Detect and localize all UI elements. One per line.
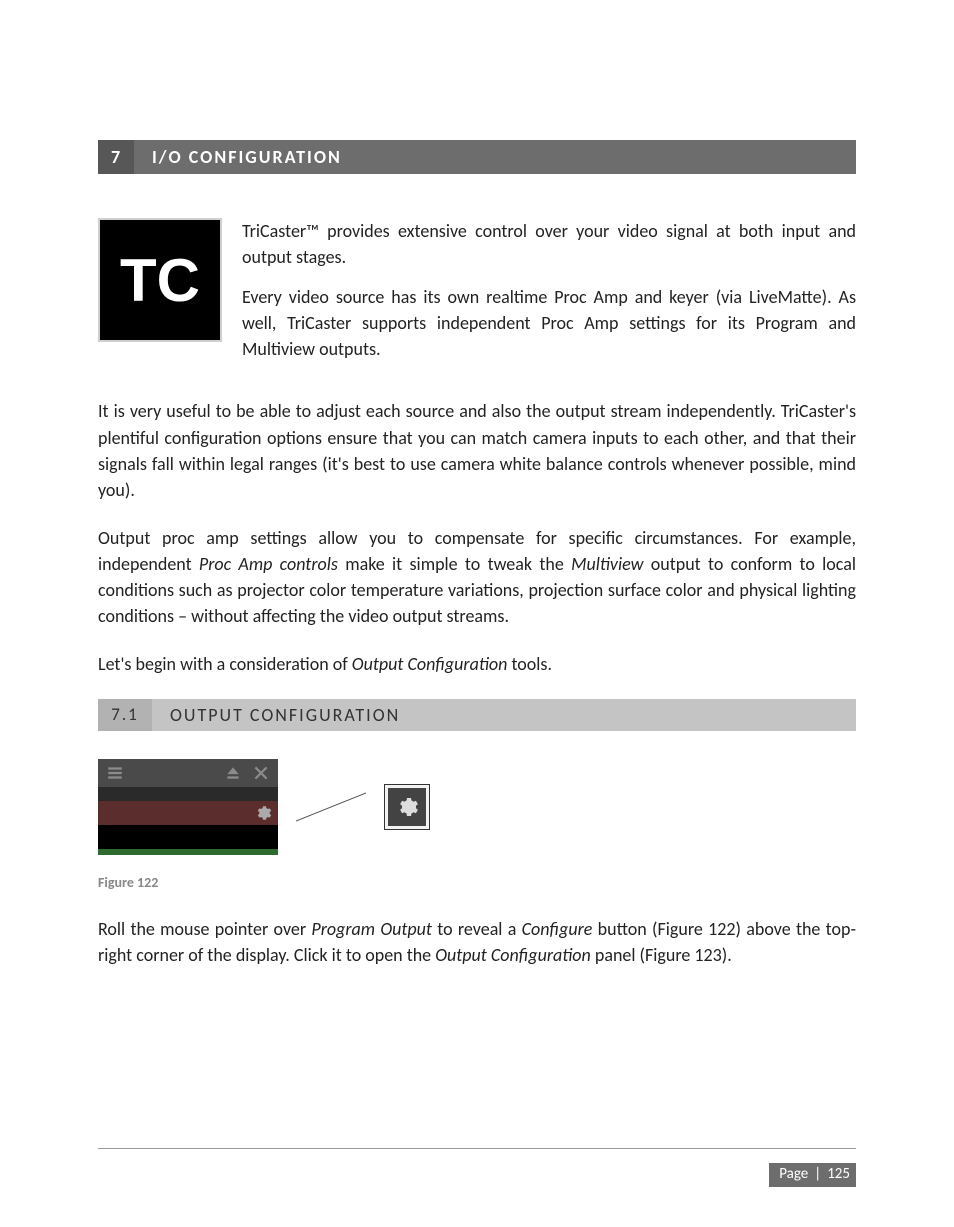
gear-icon <box>395 795 419 819</box>
gear-zoom-inner <box>388 788 426 826</box>
zoom-connector-line <box>296 787 366 827</box>
final-italic-3: Output Configuration <box>435 944 591 966</box>
intro-text: TriCaster™ provides extensive control ov… <box>242 218 856 376</box>
final-italic-1: Program Output <box>311 918 432 940</box>
panel-spacer <box>98 787 278 801</box>
final-italic-2: Configure <box>522 918 593 940</box>
section-title: OUTPUT CONFIGURATION <box>152 699 856 731</box>
final-part-d: panel (Figure 123). <box>595 944 732 966</box>
panel-config-row <box>98 801 278 825</box>
document-page: 7 I/O CONFIGURATION TC TriCaster™ provid… <box>0 0 954 1227</box>
gear-zoom-callout <box>384 784 430 830</box>
section-heading: 7.1 OUTPUT CONFIGURATION <box>98 699 856 731</box>
body-p2-italic-1: Proc Amp controls <box>199 553 338 575</box>
final-part-b: to reveal a <box>437 918 521 940</box>
body-p3-part-a: Let's begin with a consideration of <box>98 653 352 675</box>
page-label: Page <box>779 1164 808 1186</box>
body-paragraph-3: Let's begin with a consideration of Outp… <box>98 651 856 677</box>
panel-body <box>98 825 278 849</box>
footer-rule <box>98 1148 856 1149</box>
page-number: 125 <box>827 1164 850 1186</box>
eject-icon <box>224 764 242 782</box>
close-icon <box>252 764 270 782</box>
intro-paragraph-1: TriCaster™ provides extensive control ov… <box>242 218 856 270</box>
panel-bottom-edge <box>98 849 278 855</box>
list-icon <box>106 764 124 782</box>
body-p3-italic: Output Configuration <box>352 653 508 675</box>
final-part-a: Roll the mouse pointer over <box>98 918 311 940</box>
tc-logo-badge: TC <box>98 218 222 342</box>
intro-paragraph-2: Every video source has its own realtime … <box>242 284 856 362</box>
final-paragraph: Roll the mouse pointer over Program Outp… <box>98 916 856 968</box>
body-paragraph-2: Output proc amp settings allow you to co… <box>98 525 856 629</box>
body-paragraph-1: It is very useful to be able to adjust e… <box>98 398 856 502</box>
body-p2-italic-2: Multiview <box>571 553 643 575</box>
section-number: 7.1 <box>98 699 152 731</box>
figure-caption: Figure 122 <box>98 873 856 893</box>
program-output-panel-mock <box>98 759 278 855</box>
page-number-badge: Page | 125 <box>769 1163 856 1187</box>
body-p2-part-b: make it simple to tweak the <box>345 553 571 575</box>
body-p3-part-b: tools. <box>511 653 552 675</box>
chapter-number: 7 <box>98 140 134 174</box>
chapter-title: I/O CONFIGURATION <box>134 140 856 174</box>
gear-icon <box>254 804 272 822</box>
figure-122 <box>98 759 856 855</box>
intro-row: TC TriCaster™ provides extensive control… <box>98 218 856 376</box>
chapter-heading: 7 I/O CONFIGURATION <box>98 140 856 174</box>
panel-titlebar <box>98 759 278 787</box>
page-separator: | <box>814 1164 821 1186</box>
